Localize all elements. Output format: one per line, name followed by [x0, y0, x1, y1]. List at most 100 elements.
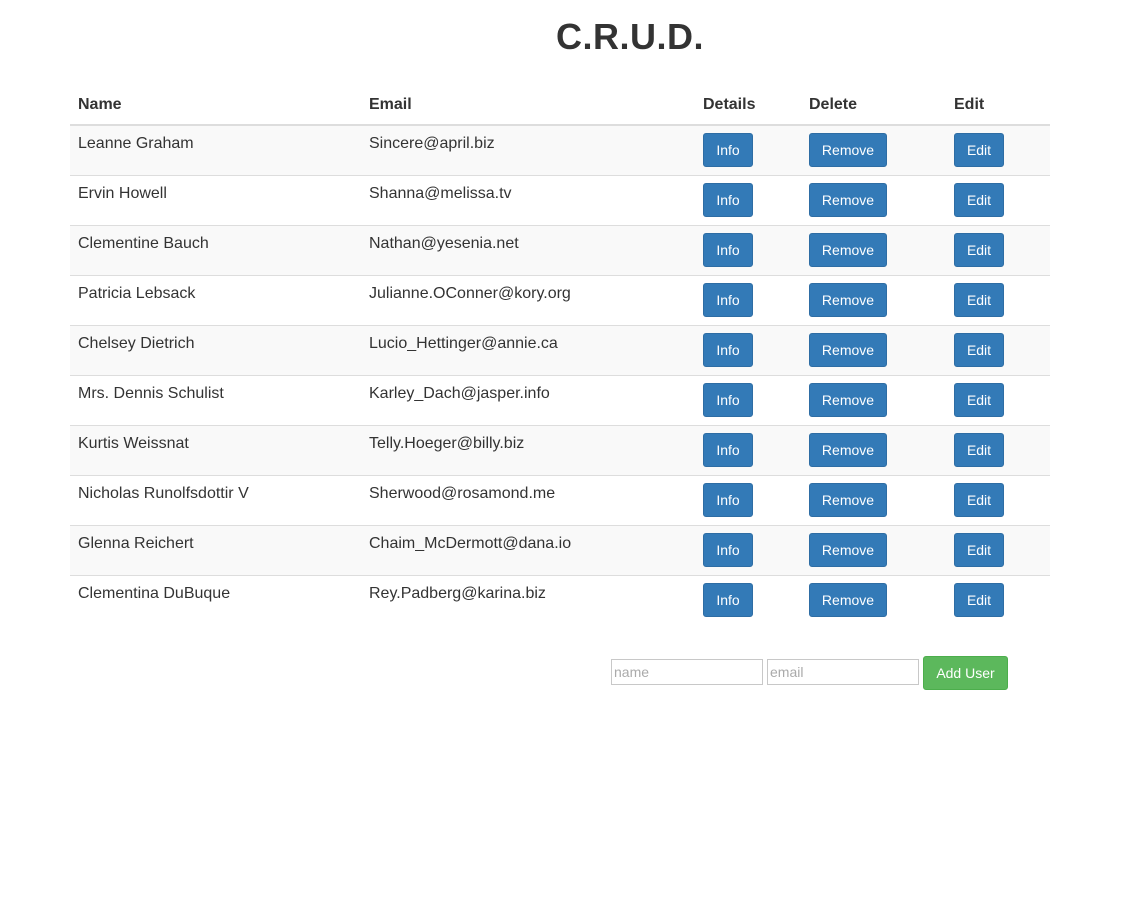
remove-button[interactable]: Remove — [809, 283, 887, 317]
table-row: Chelsey Dietrich Lucio_Hettinger@annie.ca… — [70, 324, 1050, 375]
cell-edit: Edit — [946, 374, 1050, 425]
info-button[interactable]: Info — [703, 533, 753, 567]
table-row: Clementine Bauch Nathan@yesenia.net Info Re… — [70, 224, 1050, 275]
cell-details: Info — [695, 125, 801, 175]
header-email: Email — [361, 86, 695, 126]
remove-button[interactable]: Remove — [809, 233, 887, 267]
info-button[interactable]: Info — [703, 433, 753, 467]
info-button[interactable]: Info — [703, 183, 753, 217]
remove-button[interactable]: Remove — [809, 183, 887, 217]
cell-details: Info — [695, 474, 801, 525]
header-edit: Edit — [946, 86, 1050, 126]
table-row: Leanne Graham Sincere@april.biz Info Remove… — [70, 125, 1050, 175]
user-email: Julianne.OConner@kory.org — [369, 285, 571, 302]
cell-delete: Remove — [801, 524, 946, 575]
cell-delete: Remove — [801, 424, 946, 475]
user-name: Patricia Lebsack — [78, 285, 196, 302]
table-header-row: Name Email Details Delete Edit — [70, 86, 1050, 126]
header-details: Details — [695, 86, 801, 126]
user-name: Clementina DuBuque — [78, 585, 231, 603]
cell-details: Info — [695, 274, 801, 325]
cell-delete: Remove — [801, 274, 946, 325]
table-row: Glenna Reichert Chaim_McDermott@dana.io In… — [70, 524, 1050, 575]
remove-button[interactable]: Remove — [809, 383, 887, 417]
user-name: Glenna Reichert — [78, 535, 194, 552]
user-email: Rey.Padberg@karina.biz — [369, 585, 546, 603]
info-button[interactable]: Info — [703, 283, 753, 317]
cell-details: Info — [695, 374, 801, 425]
cell-edit: Edit — [946, 174, 1050, 225]
cell-edit: Edit — [946, 224, 1050, 275]
info-button[interactable]: Info — [703, 133, 753, 168]
remove-button[interactable]: Remove — [809, 133, 887, 168]
user-name: Leanne Graham — [78, 135, 194, 153]
user-email: Sherwood@rosamond.me — [369, 485, 556, 502]
remove-button[interactable]: Remove — [809, 433, 887, 467]
edit-button[interactable]: Edit — [954, 383, 1004, 417]
cell-edit: Edit — [946, 424, 1050, 475]
cell-name: Leanne Graham — [70, 125, 361, 175]
user-name: Kurtis Weissnat — [78, 435, 189, 452]
cell-delete: Remove — [801, 125, 946, 175]
edit-button[interactable]: Edit — [954, 133, 1004, 168]
remove-button[interactable]: Remove — [809, 533, 887, 567]
cell-email: Telly.Hoeger@billy.biz — [361, 424, 695, 475]
cell-name: Clementina DuBuque — [70, 574, 361, 625]
cell-name: Ervin Howell — [70, 174, 361, 225]
cell-name: Mrs. Dennis Schulist — [70, 374, 361, 425]
cell-details: Info — [695, 224, 801, 275]
user-email: Sincere@april.biz — [369, 135, 495, 153]
table-row: Kurtis Weissnat Telly.Hoeger@billy.biz Inf… — [70, 424, 1050, 475]
cell-edit: Edit — [946, 474, 1050, 525]
cell-email: Sincere@april.biz — [361, 125, 695, 175]
cell-delete: Remove — [801, 224, 946, 275]
add-user-button[interactable]: Add User — [923, 656, 1008, 690]
edit-button[interactable]: Edit — [954, 583, 1004, 618]
users-table: Name Email Details Delete Edit Leanne Gr… — [70, 86, 1050, 625]
cell-name: Nicholas Runolfsdottir V — [70, 474, 361, 525]
header-delete: Delete — [801, 86, 946, 126]
remove-button[interactable]: Remove — [809, 333, 887, 367]
edit-button[interactable]: Edit — [954, 233, 1004, 267]
edit-button[interactable]: Edit — [954, 483, 1004, 517]
table-row: Mrs. Dennis Schulist Karley_Dach@jasper.i… — [70, 374, 1050, 425]
cell-delete: Remove — [801, 574, 946, 625]
info-button[interactable]: Info — [703, 333, 753, 367]
table-row: Patricia Lebsack Julianne.OConner@kory.or… — [70, 274, 1050, 325]
user-email: Nathan@yesenia.net — [369, 235, 519, 252]
user-name: Nicholas Runolfsdottir V — [78, 485, 249, 502]
remove-button[interactable]: Remove — [809, 583, 887, 618]
edit-button[interactable]: Edit — [954, 183, 1004, 217]
cell-details: Info — [695, 424, 801, 475]
name-input[interactable] — [611, 659, 763, 685]
cell-name: Chelsey Dietrich — [70, 324, 361, 375]
cell-delete: Remove — [801, 324, 946, 375]
cell-edit: Edit — [946, 274, 1050, 325]
edit-button[interactable]: Edit — [954, 283, 1004, 317]
edit-button[interactable]: Edit — [954, 333, 1004, 367]
user-name: Chelsey Dietrich — [78, 335, 195, 352]
cell-edit: Edit — [946, 574, 1050, 625]
cell-edit: Edit — [946, 125, 1050, 175]
cell-email: Rey.Padberg@karina.biz — [361, 574, 695, 625]
info-button[interactable]: Info — [703, 233, 753, 267]
cell-edit: Edit — [946, 524, 1050, 575]
cell-details: Info — [695, 174, 801, 225]
cell-details: Info — [695, 574, 801, 625]
info-button[interactable]: Info — [703, 583, 753, 618]
cell-name: Glenna Reichert — [70, 524, 361, 575]
info-button[interactable]: Info — [703, 383, 753, 417]
table-row: Clementina DuBuque Rey.Padberg@karina.biz… — [70, 574, 1050, 625]
email-input[interactable] — [767, 659, 919, 685]
edit-button[interactable]: Edit — [954, 433, 1004, 467]
edit-button[interactable]: Edit — [954, 533, 1004, 567]
cell-name: Patricia Lebsack — [70, 274, 361, 325]
cell-email: Lucio_Hettinger@annie.ca — [361, 324, 695, 375]
remove-button[interactable]: Remove — [809, 483, 887, 517]
cell-email: Shanna@melissa.tv — [361, 174, 695, 225]
table-row: Ervin Howell Shanna@melissa.tv Info Remove E… — [70, 174, 1050, 225]
user-email: Karley_Dach@jasper.info — [369, 385, 550, 402]
header-name: Name — [70, 86, 361, 126]
info-button[interactable]: Info — [703, 483, 753, 517]
cell-delete: Remove — [801, 474, 946, 525]
